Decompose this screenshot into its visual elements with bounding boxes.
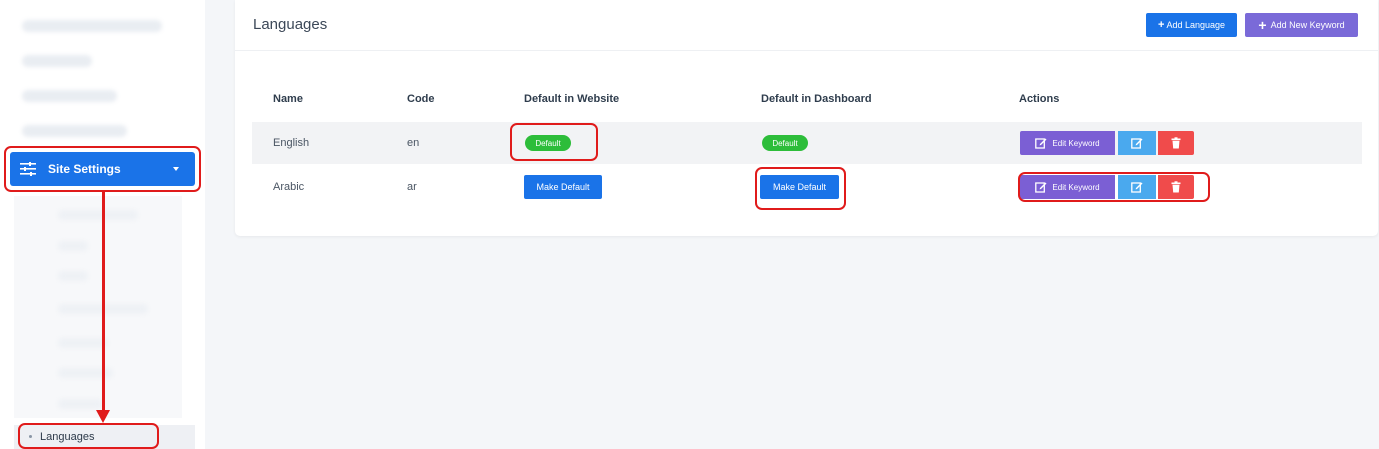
edit-keyword-label: Edit Keyword [1052,182,1100,192]
edit-icon [1131,138,1143,149]
chevron-down-icon [173,167,179,171]
add-new-keyword-button[interactable]: + Add New Keyword [1245,13,1358,37]
add-language-button[interactable]: + Add Language [1146,13,1237,37]
edit-keyword-label: Edit Keyword [1052,138,1100,148]
column-header-code: Code [407,93,435,105]
delete-button[interactable] [1158,175,1194,199]
default-badge-dashboard: Default [762,135,808,151]
language-code: ar [407,181,417,193]
edit-icon [1035,182,1047,193]
submenu-blurred-item [58,210,138,220]
submenu-blurred-item [58,399,103,409]
sidebar-blurred-item [22,125,127,137]
sliders-icon [20,162,36,176]
default-badge-website: Default [525,135,571,151]
sidebar-item-label: Site Settings [48,162,121,176]
sidebar-item-languages[interactable]: Languages [14,425,195,449]
page-title: Languages [253,16,328,33]
submenu-blurred-item [58,271,88,281]
language-code: en [407,137,420,149]
edit-keyword-button[interactable]: Edit Keyword [1020,175,1115,199]
edit-icon [1131,182,1143,193]
edit-icon [1035,138,1047,149]
sidebar-item-site-settings[interactable]: Site Settings [10,152,195,186]
column-header-default-website: Default in Website [524,93,620,105]
edit-button[interactable] [1118,175,1156,199]
submenu-blurred-item [58,338,108,348]
column-header-default-dashboard: Default in Dashboard [761,93,872,105]
sidebar-blurred-item [22,20,162,32]
annotation-arrow-line [102,190,105,412]
submenu-blurred-item [58,241,88,251]
add-keyword-label: Add New Keyword [1270,20,1345,30]
sidebar-blurred-item [22,90,117,102]
sidebar-item-label: Languages [40,431,95,443]
language-name: Arabic [273,181,305,193]
make-default-website-button[interactable]: Make Default [524,175,602,199]
bullet-icon [29,435,32,438]
arrow-down-icon [96,410,110,423]
edit-keyword-button[interactable]: Edit Keyword [1020,131,1115,155]
languages-card: Languages + Add Language + Add New Keywo… [235,0,1378,236]
sidebar-blurred-item [22,55,92,67]
card-header: Languages + Add Language + Add New Keywo… [235,0,1378,51]
make-default-dashboard-button[interactable]: Make Default [760,175,839,199]
plus-icon: + [1258,17,1267,33]
column-header-name: Name [273,93,303,105]
add-language-label: Add Language [1166,20,1225,30]
edit-button[interactable] [1118,131,1156,155]
sidebar-submenu [14,196,182,418]
delete-button[interactable] [1158,131,1194,155]
trash-icon [1171,181,1181,193]
column-header-actions: Actions [1019,93,1060,105]
language-name: English [273,137,310,149]
plus-icon: + [1158,19,1165,31]
trash-icon [1171,137,1181,149]
